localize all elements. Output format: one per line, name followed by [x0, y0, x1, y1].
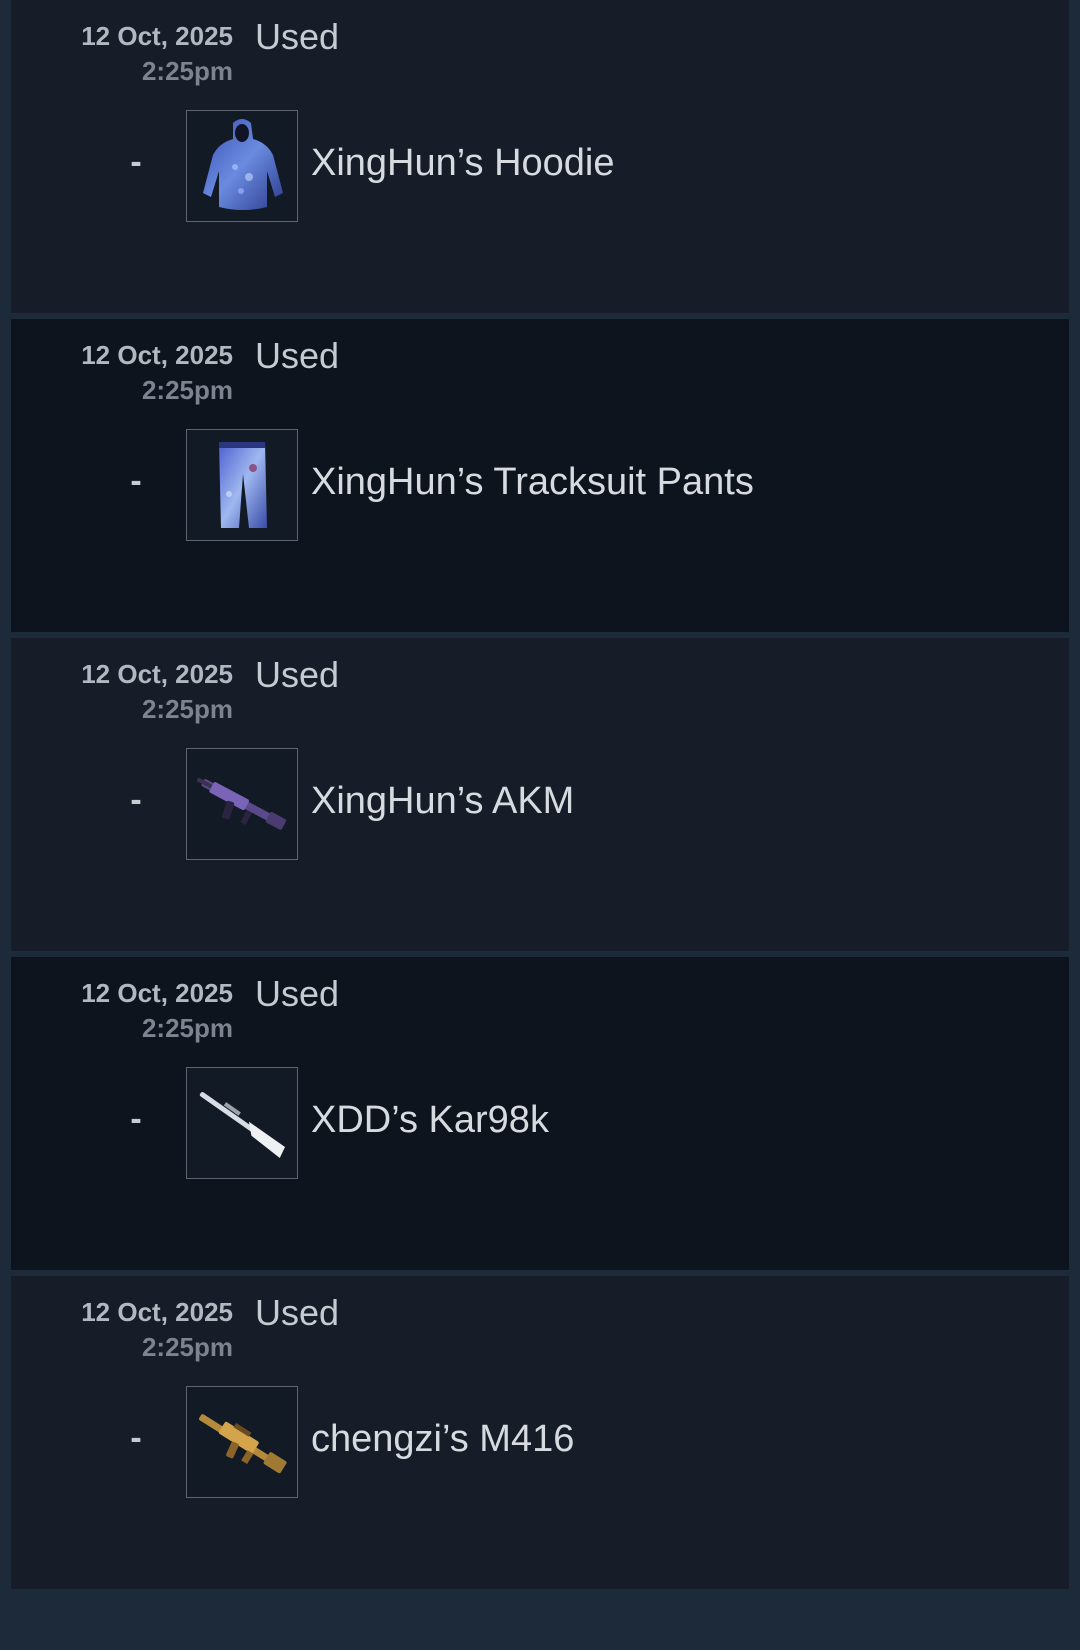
row-quantity: - [130, 1100, 142, 1138]
rifle-icon[interactable] [186, 748, 298, 860]
row-date: 12 Oct, 2025 [81, 21, 233, 51]
row-date: 12 Oct, 2025 [81, 1297, 233, 1327]
row-time: 2:25pm [141, 56, 233, 86]
row-time: 2:25pm [141, 375, 233, 405]
hoodie-icon-graphic [203, 119, 283, 210]
hoodie-icon[interactable] [186, 110, 298, 222]
item-history-list: 12 Oct, 2025 2:25pm Used - XingHun’s Hoo… [11, 0, 1069, 1595]
item-name[interactable]: XDD’s Kar98k [311, 1098, 549, 1142]
pants-icon[interactable] [186, 429, 298, 541]
sniper-rifle-icon-graphic [199, 1092, 286, 1158]
row-quantity: - [130, 781, 142, 819]
row-quantity: - [130, 143, 142, 181]
row-date: 12 Oct, 2025 [81, 340, 233, 370]
assault-rifle-icon[interactable] [186, 1386, 298, 1498]
item-name[interactable]: chengzi’s M416 [311, 1417, 574, 1461]
history-row: 12 Oct, 2025 2:25pm Used - XingHun’s AKM [11, 638, 1069, 951]
item-name[interactable]: XingHun’s AKM [311, 779, 574, 823]
row-date: 12 Oct, 2025 [81, 978, 233, 1008]
row-quantity: - [130, 1419, 142, 1457]
history-row: 12 Oct, 2025 2:25pm Used - chengzi’s M41… [11, 1276, 1069, 1589]
item-name[interactable]: XingHun’s Tracksuit Pants [311, 460, 754, 504]
row-status: Used [255, 1292, 340, 1333]
row-status: Used [255, 973, 340, 1014]
item-name[interactable]: XingHun’s Hoodie [311, 141, 615, 185]
rifle-icon-graphic [196, 777, 287, 830]
row-status: Used [255, 16, 340, 57]
row-status: Used [255, 654, 340, 695]
assault-rifle-icon-graphic [199, 1414, 287, 1474]
row-status: Used [255, 335, 340, 376]
sniper-rifle-icon[interactable] [186, 1067, 298, 1179]
history-row: 12 Oct, 2025 2:25pm Used - XDD’s Kar98k [11, 957, 1069, 1270]
row-time: 2:25pm [141, 694, 233, 724]
history-row: 12 Oct, 2025 2:25pm Used - XingHun’s Tra… [11, 319, 1069, 632]
row-time: 2:25pm [141, 1013, 233, 1043]
history-row: 12 Oct, 2025 2:25pm Used - XingHun’s Hoo… [11, 0, 1069, 313]
row-quantity: - [130, 462, 142, 500]
row-date: 12 Oct, 2025 [81, 659, 233, 689]
pants-icon-graphic [219, 442, 267, 528]
row-time: 2:25pm [141, 1332, 233, 1362]
